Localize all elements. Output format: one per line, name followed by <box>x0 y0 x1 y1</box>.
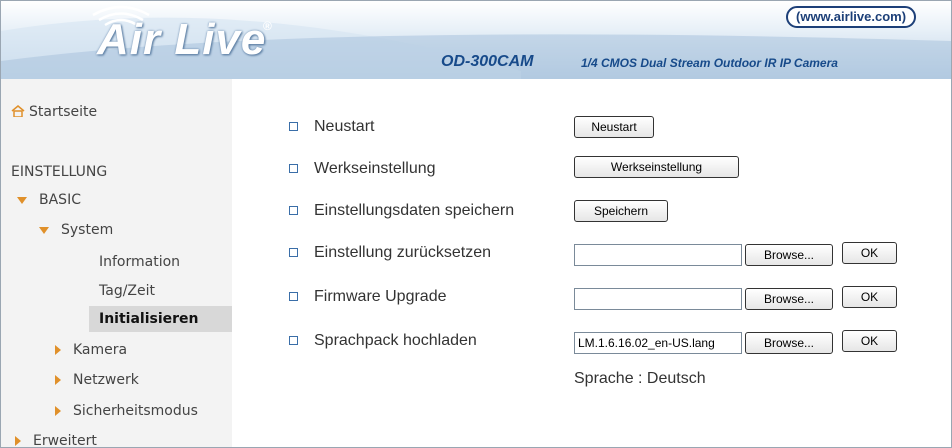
collapsed-arrow-icon <box>15 436 21 446</box>
language-pack-browse-button[interactable]: Browse... <box>745 332 833 354</box>
bullet-icon <box>289 248 298 258</box>
row-label: Einstellung zurücksetzen <box>314 244 491 261</box>
row-einstellung-zuruecksetzen: Einstellung zurücksetzen <box>289 241 491 265</box>
neustart-button[interactable]: Neustart <box>574 116 654 138</box>
restore-browse-button[interactable]: Browse... <box>745 244 833 266</box>
collapsed-arrow-icon <box>55 345 61 355</box>
sidebar-item-system[interactable]: System <box>39 217 113 243</box>
sidebar-item-erweitert[interactable]: Erweitert <box>15 428 97 448</box>
firmware-file-input[interactable] <box>574 288 742 310</box>
airlive-logo: Air Live <box>97 15 267 64</box>
expanded-arrow-icon <box>39 226 49 234</box>
language-pack-file-input[interactable]: LM.1.6.16.02_en-US.lang <box>574 332 742 354</box>
collapsed-arrow-icon <box>55 375 61 385</box>
language-pack-ok-button[interactable]: OK <box>842 330 897 352</box>
model-description: 1/4 CMOS Dual Stream Outdoor IR IP Camer… <box>581 56 838 70</box>
restore-ok-button[interactable]: OK <box>842 242 897 264</box>
row-label: Neustart <box>314 118 375 135</box>
bullet-icon <box>289 206 298 216</box>
current-language-text: Sprache : Deutsch <box>574 370 706 387</box>
header-banner: Air Live ® (www.airlive.com) OD-300CAM 1… <box>1 1 951 79</box>
werkseinstellung-button[interactable]: Werkseinstellung <box>574 156 739 178</box>
sidebar-item-kamera[interactable]: Kamera <box>55 337 127 363</box>
bullet-icon <box>289 164 298 174</box>
expanded-arrow-icon <box>17 196 27 204</box>
row-werkseinstellung: Werkseinstellung <box>289 157 436 181</box>
sidebar-item-label: BASIC <box>39 192 81 208</box>
sidebar-item-netzwerk[interactable]: Netzwerk <box>55 367 139 393</box>
sidebar-item-label: Kamera <box>73 342 128 358</box>
restore-file-input[interactable] <box>574 244 742 266</box>
row-firmware-upgrade: Firmware Upgrade <box>289 285 446 309</box>
sidebar-nav: Startseite EINSTELLUNG BASIC System Info… <box>1 79 232 447</box>
sidebar-item-home[interactable]: Startseite <box>11 99 97 125</box>
model-name: OD-300CAM <box>441 53 534 70</box>
sidebar-item-label: Sicherheitsmodus <box>73 403 198 419</box>
firmware-browse-button[interactable]: Browse... <box>745 288 833 310</box>
sidebar-item-tagzeit[interactable]: Tag/Zeit <box>99 278 155 304</box>
row-label: Einstellungsdaten speichern <box>314 202 515 219</box>
sidebar-item-sicherheitsmodus[interactable]: Sicherheitsmodus <box>55 398 198 424</box>
registered-mark: ® <box>263 19 272 33</box>
bullet-icon <box>289 122 298 132</box>
sidebar-item-label: Erweitert <box>33 433 97 448</box>
sidebar-item-label: Startseite <box>29 104 98 120</box>
row-einstellungsdaten-speichern: Einstellungsdaten speichern <box>289 199 514 223</box>
app-window: Air Live ® (www.airlive.com) OD-300CAM 1… <box>0 0 952 448</box>
home-icon <box>11 100 25 118</box>
row-sprachpack-hochladen: Sprachpack hochladen <box>289 329 477 353</box>
sidebar-item-information[interactable]: Information <box>99 249 180 275</box>
bullet-icon <box>289 292 298 302</box>
firmware-ok-button[interactable]: OK <box>842 286 897 308</box>
bullet-icon <box>289 336 298 346</box>
speichern-button[interactable]: Speichern <box>574 200 668 222</box>
row-label: Firmware Upgrade <box>314 288 447 305</box>
website-link[interactable]: (www.airlive.com) <box>786 6 917 28</box>
row-label: Werkseinstellung <box>314 160 436 177</box>
sidebar-item-label: Netzwerk <box>73 372 139 388</box>
row-neustart: Neustart <box>289 115 374 139</box>
sidebar-item-basic[interactable]: BASIC <box>17 187 81 213</box>
sidebar-section-einstellung: EINSTELLUNG <box>11 164 108 180</box>
row-label: Sprachpack hochladen <box>314 332 477 349</box>
sidebar-item-initialisieren[interactable]: Initialisieren <box>89 306 232 332</box>
sidebar-item-label: System <box>61 222 114 238</box>
collapsed-arrow-icon <box>55 406 61 416</box>
